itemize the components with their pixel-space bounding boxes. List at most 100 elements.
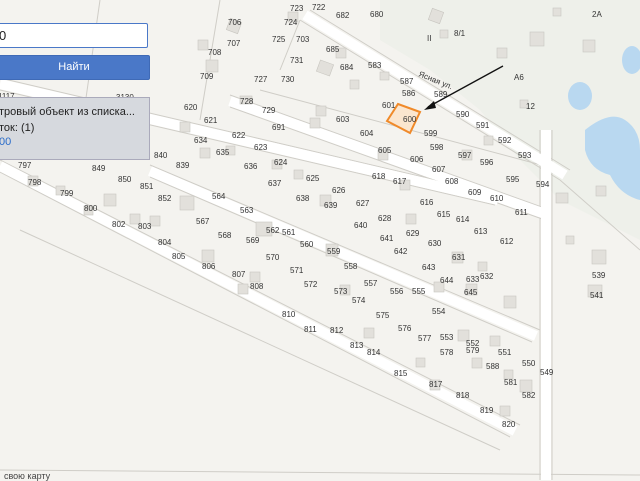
svg-text:730: 730: [281, 75, 295, 84]
svg-text:574: 574: [352, 296, 366, 305]
svg-text:643: 643: [422, 263, 436, 272]
svg-text:805: 805: [172, 252, 186, 261]
svg-text:634: 634: [194, 136, 208, 145]
svg-text:706: 706: [228, 18, 242, 27]
svg-text:722: 722: [312, 3, 326, 12]
svg-text:839: 839: [176, 161, 190, 170]
svg-text:592: 592: [498, 136, 512, 145]
result-count: ток: (1): [0, 122, 35, 134]
svg-text:564: 564: [212, 192, 226, 201]
svg-text:604: 604: [360, 129, 374, 138]
svg-text:605: 605: [378, 146, 392, 155]
svg-text:626: 626: [332, 186, 346, 195]
svg-text:608: 608: [445, 177, 459, 186]
svg-text:601: 601: [382, 101, 396, 110]
svg-text:539: 539: [592, 271, 606, 280]
svg-text:625: 625: [306, 174, 320, 183]
svg-text:622: 622: [232, 131, 246, 140]
svg-text:724: 724: [284, 18, 298, 27]
svg-text:561: 561: [282, 228, 296, 237]
svg-text:603: 603: [336, 115, 350, 124]
svg-text:680: 680: [370, 10, 384, 19]
svg-text:623: 623: [254, 143, 268, 152]
svg-text:588: 588: [486, 362, 500, 371]
svg-text:570: 570: [266, 253, 280, 262]
svg-text:638: 638: [296, 194, 310, 203]
result-link[interactable]: 00: [0, 136, 11, 148]
svg-text:609: 609: [468, 188, 482, 197]
svg-text:621: 621: [204, 116, 218, 125]
svg-text:560: 560: [300, 240, 314, 249]
svg-text:635: 635: [216, 148, 230, 157]
svg-text:606: 606: [410, 155, 424, 164]
svg-text:617: 617: [393, 177, 407, 186]
search-box[interactable]: [0, 23, 148, 48]
svg-text:558: 558: [344, 262, 358, 271]
result-panel: тровый объект из списка... ток: (1) 00: [0, 97, 150, 160]
svg-text:728: 728: [240, 97, 254, 106]
svg-text:613: 613: [474, 227, 488, 236]
svg-text:610: 610: [490, 194, 504, 203]
svg-text:549: 549: [540, 368, 554, 377]
svg-text:627: 627: [356, 199, 370, 208]
svg-text:629: 629: [406, 229, 420, 238]
svg-text:591: 591: [476, 121, 490, 130]
svg-text:644: 644: [440, 276, 454, 285]
svg-text:684: 684: [340, 63, 354, 72]
svg-text:632: 632: [480, 272, 494, 281]
svg-text:851: 851: [140, 182, 154, 191]
svg-text:703: 703: [296, 35, 310, 44]
svg-text:637: 637: [268, 179, 282, 188]
svg-text:639: 639: [324, 201, 338, 210]
svg-text:567: 567: [196, 217, 210, 226]
svg-text:813: 813: [350, 341, 364, 350]
svg-text:631: 631: [452, 253, 466, 262]
svg-text:589: 589: [434, 90, 448, 99]
svg-text:614: 614: [456, 215, 470, 224]
svg-text:731: 731: [290, 56, 304, 65]
svg-text:587: 587: [400, 77, 414, 86]
pond: [568, 82, 592, 110]
svg-text:612: 612: [500, 237, 514, 246]
svg-text:800: 800: [84, 204, 98, 213]
svg-text:562: 562: [266, 226, 280, 235]
svg-text:590: 590: [456, 110, 470, 119]
svg-text:II: II: [427, 34, 431, 43]
svg-text:583: 583: [368, 61, 382, 70]
svg-text:729: 729: [262, 106, 276, 115]
svg-text:808: 808: [250, 282, 264, 291]
svg-text:575: 575: [376, 311, 390, 320]
svg-text:642: 642: [394, 247, 408, 256]
svg-text:554: 554: [432, 307, 446, 316]
svg-text:814: 814: [367, 348, 381, 357]
find-button[interactable]: Найти: [0, 55, 150, 80]
svg-text:586: 586: [402, 89, 416, 98]
search-input[interactable]: [0, 25, 139, 46]
svg-text:850: 850: [118, 175, 132, 184]
svg-text:799: 799: [60, 189, 74, 198]
svg-text:553: 553: [440, 333, 454, 342]
svg-text:563: 563: [240, 206, 254, 215]
svg-text:596: 596: [480, 158, 494, 167]
svg-text:817: 817: [429, 380, 443, 389]
svg-text:636: 636: [244, 162, 258, 171]
svg-text:568: 568: [218, 231, 232, 240]
svg-text:815: 815: [394, 369, 408, 378]
svg-text:708: 708: [208, 48, 222, 57]
svg-text:556: 556: [390, 287, 404, 296]
svg-text:599: 599: [424, 129, 438, 138]
svg-text:628: 628: [378, 214, 392, 223]
svg-text:707: 707: [227, 39, 241, 48]
svg-text:819: 819: [480, 406, 494, 415]
svg-text:581: 581: [504, 378, 518, 387]
svg-text:618: 618: [372, 172, 386, 181]
svg-text:579: 579: [466, 346, 480, 355]
svg-text:840: 840: [154, 151, 168, 160]
svg-text:806: 806: [202, 262, 216, 271]
svg-text:607: 607: [432, 165, 446, 174]
svg-text:691: 691: [272, 123, 286, 132]
svg-text:811: 811: [304, 325, 317, 334]
svg-text:803: 803: [138, 222, 152, 231]
svg-text:616: 616: [420, 198, 434, 207]
svg-text:557: 557: [364, 279, 378, 288]
